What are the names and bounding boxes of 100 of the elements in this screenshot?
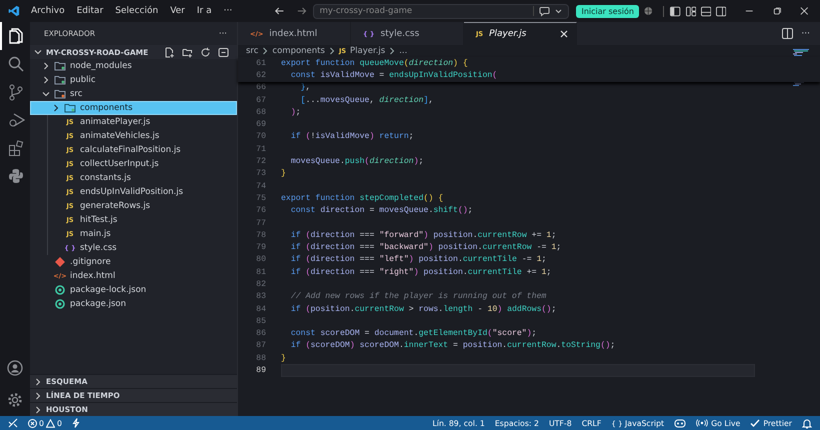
diamond-icon	[54, 257, 66, 267]
search-icon	[8, 56, 24, 72]
split-editor-icon[interactable]	[782, 28, 794, 39]
code-line: [...movesQueue, direction],	[300, 96, 434, 105]
panel-toggle-icon[interactable]	[700, 6, 712, 16]
code-line: export function stepCompleted() {	[281, 194, 444, 203]
line-number: 87	[255, 341, 266, 350]
line-number: 85	[255, 316, 266, 326]
extensions-icon	[8, 140, 24, 156]
refresh-icon[interactable]	[200, 46, 211, 58]
line-number: 88	[255, 354, 266, 363]
menu-item[interactable]: Ir a	[190, 6, 218, 16]
menu-item[interactable]: Selección	[109, 6, 164, 16]
menu-item[interactable]: ···	[218, 6, 238, 16]
new-file-icon[interactable]	[164, 46, 175, 58]
code-line: export function queueMove(direction) {	[281, 58, 468, 68]
file-tree-item[interactable]: components	[30, 101, 237, 115]
line-number: 66	[255, 83, 266, 92]
code-line: if (direction === "backward") position.currentRow -= 1;	[290, 243, 562, 252]
chevron-right-icon	[262, 47, 268, 55]
file-tree-item[interactable]: package.json	[30, 297, 237, 311]
line-number: 71	[255, 144, 266, 154]
code-line: const scoreDOM = document.getElementById("score");	[290, 329, 537, 338]
warning-icon	[46, 418, 55, 428]
sign-in-button[interactable]: Iniciar sesión	[576, 4, 639, 18]
code-line: const direction = movesQueue.shift();	[290, 206, 473, 216]
collapse-all-icon[interactable]	[218, 46, 229, 58]
line-number: 83	[255, 292, 266, 302]
file-tree-item[interactable]: .gitignore	[30, 255, 237, 269]
folder-icon	[54, 89, 66, 99]
code-line: },	[300, 83, 310, 92]
file-tree-item[interactable]: package-lock.json	[30, 283, 237, 297]
sidebar-toggle-icon[interactable]	[670, 6, 681, 16]
code-line: if (position.currentRow > rows.length - 10) addRows();	[290, 304, 556, 314]
python-icon	[8, 168, 24, 184]
line-number: 79	[255, 243, 266, 252]
globe-icon[interactable]	[644, 6, 652, 16]
line-number: 70	[255, 132, 266, 142]
breadcrumb-item[interactable]: Player.js	[350, 46, 386, 56]
line-number: 81	[255, 268, 266, 277]
menu-item[interactable]: Ver	[164, 6, 191, 16]
line-number: 80	[255, 255, 266, 264]
json-icon	[54, 299, 66, 309]
remote-icon[interactable]	[8, 418, 18, 428]
files-icon	[8, 27, 24, 45]
broadcast-icon	[696, 419, 708, 427]
code-line: if (direction === "left") position.currentTile -= 1;	[290, 255, 546, 264]
line-number: 68	[255, 108, 266, 117]
bell-icon[interactable]	[802, 418, 812, 428]
line-number: 67	[255, 96, 266, 105]
breadcrumb-item[interactable]: ...	[399, 46, 408, 56]
account-icon[interactable]	[7, 360, 23, 376]
forward-arrow-icon[interactable]	[297, 6, 308, 16]
line-number: 61	[255, 58, 266, 68]
close-icon[interactable]	[800, 6, 810, 16]
breadcrumb-item[interactable]: components	[272, 46, 325, 56]
code-line: if (direction === "right") position.currentTile += 1;	[290, 268, 552, 277]
run-debug-icon	[8, 112, 24, 128]
new-folder-icon[interactable]	[182, 46, 193, 58]
secondary-sidebar-icon[interactable]	[716, 6, 726, 16]
code-line: const isValidMove = endsUpInValidPosition(	[290, 70, 498, 80]
line-number: 76	[255, 206, 266, 216]
line-number: 72	[255, 157, 266, 166]
code-line: if (scoreDOM) scoreDOM.innerText = position.currentRow.toString();	[290, 341, 616, 350]
code-line: }	[281, 354, 286, 363]
line-number: 82	[255, 280, 266, 289]
json-icon	[54, 285, 66, 295]
close-icon[interactable]	[560, 30, 568, 38]
code-line: // Add new rows if the player is running out of them	[290, 292, 546, 302]
file-tree-item[interactable]: node_modules	[30, 59, 237, 73]
line-number: 73	[255, 169, 266, 178]
error-icon	[28, 418, 37, 428]
chevron-right-icon	[389, 47, 396, 55]
code-line: }	[281, 169, 286, 178]
line-number: 69	[255, 120, 266, 130]
search-field[interactable]: my-crossy-road-game	[312, 4, 570, 18]
code-line: );	[290, 108, 301, 117]
menu-item[interactable]: Archivo	[24, 6, 71, 16]
chevron-right-icon	[328, 47, 335, 55]
file-tree-item[interactable]: src	[30, 87, 237, 101]
line-number: 75	[255, 194, 266, 203]
more-actions-button[interactable]: ···	[218, 28, 227, 38]
line-number: 78	[255, 230, 266, 240]
branch-icon	[9, 84, 23, 100]
file-tree-item[interactable]: public	[30, 73, 237, 87]
chevron-down-icon[interactable]	[555, 8, 562, 14]
layout-icon[interactable]	[686, 6, 696, 16]
breadcrumb-item[interactable]: src	[246, 46, 258, 56]
more-actions-button[interactable]: ···	[801, 28, 810, 38]
line-number: 74	[255, 182, 266, 191]
back-arrow-icon[interactable]	[274, 6, 284, 16]
menu-item[interactable]: Editar	[70, 6, 110, 16]
lightning-icon[interactable]	[72, 418, 80, 428]
chat-icon[interactable]	[539, 6, 550, 16]
line-number: 84	[255, 304, 266, 314]
copilot-icon[interactable]	[674, 418, 686, 428]
line-number: 86	[255, 329, 266, 338]
settings-icon[interactable]	[7, 392, 23, 408]
check-icon	[750, 419, 760, 427]
restore-icon[interactable]	[772, 6, 782, 16]
